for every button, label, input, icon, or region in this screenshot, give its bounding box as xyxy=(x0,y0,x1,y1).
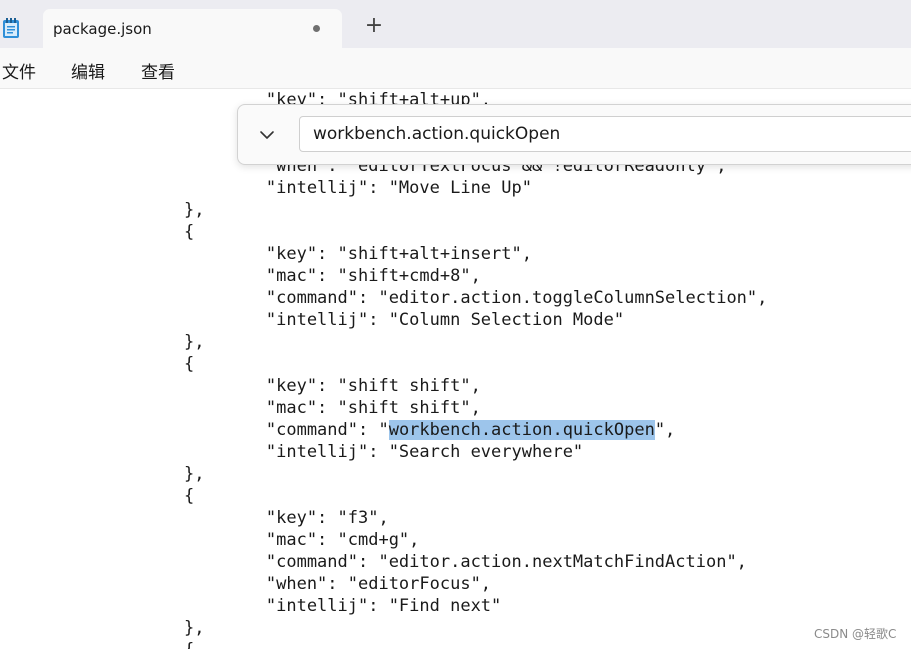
title-bar: package.json + xyxy=(0,0,911,48)
code-line: "key": "f3", xyxy=(184,508,389,528)
code-line: "command": "editor.action.toggleColumnSe… xyxy=(184,288,768,308)
code-line: "command": "editor.action.nextMatchFindA… xyxy=(184,552,747,572)
code-line: "key": "shift+alt+insert", xyxy=(184,244,532,264)
code-line: "intellij": "Column Selection Mode" xyxy=(184,310,625,330)
code-line: "mac": "cmd+g", xyxy=(184,530,420,550)
menu-edit[interactable]: 编辑 xyxy=(71,58,105,83)
find-widget xyxy=(237,104,911,165)
code-line: }, xyxy=(184,618,205,638)
watermark: CSDN @轻歌C xyxy=(814,627,897,641)
text-editor[interactable]: "key": "shift+alt+up", "mac": "shift+alt… xyxy=(0,89,911,649)
code-line: "mac": "shift+cmd+8", xyxy=(184,266,481,286)
unsaved-dot-icon[interactable] xyxy=(313,25,320,32)
menu-view[interactable]: 查看 xyxy=(141,58,175,83)
new-tab-button[interactable]: + xyxy=(364,15,384,37)
code-line: }, xyxy=(184,464,205,484)
code-line: { xyxy=(184,222,195,242)
code-line: { xyxy=(184,486,195,506)
selected-text: workbench.action.quickOpen xyxy=(388,420,655,440)
tab-package-json[interactable]: package.json xyxy=(43,9,342,48)
code-line-selected: "command": "workbench.action.quickOpen", xyxy=(184,419,675,441)
chevron-down-icon[interactable] xyxy=(257,125,277,145)
code-line: "when": "editorFocus", xyxy=(184,574,492,594)
code-prefix: "command": " xyxy=(184,420,389,440)
tab-title: package.json xyxy=(53,20,152,38)
code-line: }, xyxy=(184,332,205,352)
code-line: }, xyxy=(184,200,205,220)
find-input[interactable] xyxy=(299,116,911,152)
code-line: { xyxy=(184,354,195,374)
code-suffix: ", xyxy=(654,420,676,440)
code-line: "intellij": "Move Line Up" xyxy=(184,178,532,198)
code-line: "intellij": "Search everywhere" xyxy=(184,442,584,462)
code-line: "mac": "shift shift", xyxy=(184,398,481,418)
code-line: "key": "shift shift", xyxy=(184,376,481,396)
notepad-icon xyxy=(2,17,20,39)
code-line: { xyxy=(184,639,194,649)
menu-file[interactable]: 文件 xyxy=(2,58,36,83)
code-line: "intellij": "Find next" xyxy=(184,596,502,616)
menu-bar: 文件 编辑 查看 xyxy=(0,48,911,89)
